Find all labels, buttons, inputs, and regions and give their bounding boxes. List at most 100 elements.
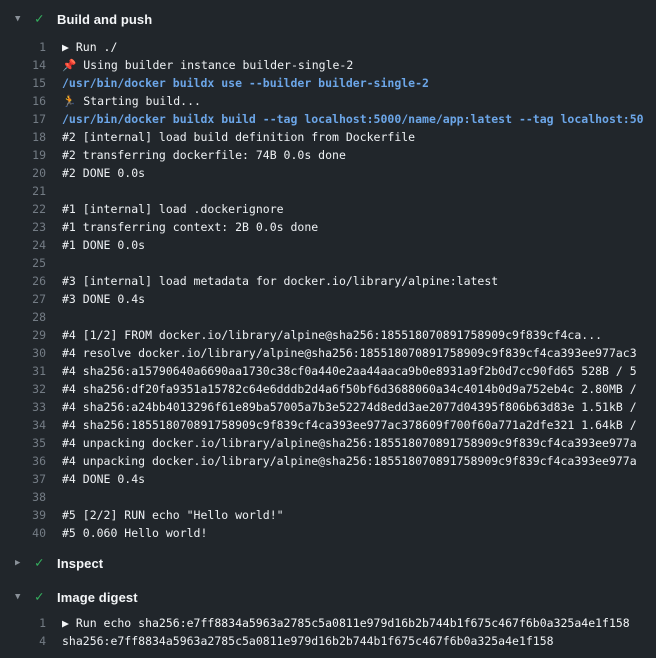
line-number[interactable]: 32	[0, 380, 46, 398]
success-check-icon: ✓	[35, 586, 57, 608]
line-number[interactable]: 22	[0, 200, 46, 218]
line-number[interactable]: 34	[0, 416, 46, 434]
log-line: 27#3 DONE 0.4s	[0, 290, 656, 308]
log-text: #4 sha256:df20fa9351a15782c64e6dddb2d4a6…	[46, 380, 656, 398]
expand-caret-icon[interactable]: ▶	[15, 552, 35, 574]
log-line[interactable]: 1▶ Run echo sha256:e7ff8834a5963a2785c5a…	[0, 614, 656, 632]
line-number[interactable]: 14	[0, 56, 46, 74]
line-number[interactable]: 35	[0, 434, 46, 452]
log-text: /usr/bin/docker buildx build --tag local…	[46, 110, 656, 128]
run-command-toggle[interactable]: ▶ Run ./	[46, 38, 656, 56]
log-text: #4 sha256:a15790640a6690aa1730c38cf0a440…	[46, 362, 656, 380]
log-text: #5 [2/2] RUN echo "Hello world!"	[46, 506, 656, 524]
line-number[interactable]: 29	[0, 326, 46, 344]
section-title: Inspect	[57, 556, 103, 571]
collapse-caret-icon[interactable]: ▼	[15, 586, 35, 608]
log-line: 21	[0, 182, 656, 200]
log-line: 17/usr/bin/docker buildx build --tag loc…	[0, 110, 656, 128]
line-number[interactable]: 36	[0, 452, 46, 470]
line-number[interactable]: 30	[0, 344, 46, 362]
line-number[interactable]: 28	[0, 308, 46, 326]
log-text: #4 sha256:a24bb4013296f61e89ba57005a7b3e…	[46, 398, 656, 416]
line-number[interactable]: 16	[0, 92, 46, 110]
log-line: 18#2 [internal] load build definition fr…	[0, 128, 656, 146]
log-text: #2 [internal] load build definition from…	[46, 128, 656, 146]
line-number[interactable]: 37	[0, 470, 46, 488]
log-text	[46, 308, 656, 326]
log-text: #4 sha256:185518070891758909c9f839cf4ca3…	[46, 416, 656, 434]
log-text: #4 DONE 0.4s	[46, 470, 656, 488]
log-text: #1 transferring context: 2B 0.0s done	[46, 218, 656, 236]
line-number[interactable]: 31	[0, 362, 46, 380]
section-header-inspect[interactable]: ▶ ✓ Inspect	[0, 552, 656, 574]
line-number[interactable]: 19	[0, 146, 46, 164]
log-line[interactable]: 1▶ Run ./	[0, 38, 656, 56]
log-line: 37#4 DONE 0.4s	[0, 470, 656, 488]
log-lines-build-and-push: 1▶ Run ./14📌 Using builder instance buil…	[0, 38, 656, 542]
log-line: 33#4 sha256:a24bb4013296f61e89ba57005a7b…	[0, 398, 656, 416]
line-number[interactable]: 40	[0, 524, 46, 542]
log-line: 29#4 [1/2] FROM docker.io/library/alpine…	[0, 326, 656, 344]
line-number[interactable]: 18	[0, 128, 46, 146]
log-line: 14📌 Using builder instance builder-singl…	[0, 56, 656, 74]
log-line: 25	[0, 254, 656, 272]
log-line: 34#4 sha256:185518070891758909c9f839cf4c…	[0, 416, 656, 434]
line-number[interactable]: 17	[0, 110, 46, 128]
section-title: Image digest	[57, 590, 138, 605]
log-line: 23#1 transferring context: 2B 0.0s done	[0, 218, 656, 236]
log-text: #3 [internal] load metadata for docker.i…	[46, 272, 656, 290]
section-title: Build and push	[57, 12, 152, 27]
line-number[interactable]: 26	[0, 272, 46, 290]
log-text: #4 resolve docker.io/library/alpine@sha2…	[46, 344, 656, 362]
log-line: 16🏃 Starting build...	[0, 92, 656, 110]
line-number[interactable]: 15	[0, 74, 46, 92]
section-header-build-and-push[interactable]: ▼ ✓ Build and push	[0, 8, 656, 30]
line-number[interactable]: 1	[0, 38, 46, 56]
line-number[interactable]: 27	[0, 290, 46, 308]
log-line: 22#1 [internal] load .dockerignore	[0, 200, 656, 218]
log-line: 40#5 0.060 Hello world!	[0, 524, 656, 542]
log-line: 38	[0, 488, 656, 506]
log-line: 30#4 resolve docker.io/library/alpine@sh…	[0, 344, 656, 362]
collapse-caret-icon[interactable]: ▼	[15, 8, 35, 30]
line-number[interactable]: 1	[0, 614, 46, 632]
line-number[interactable]: 23	[0, 218, 46, 236]
log-text: 📌 Using builder instance builder-single-…	[46, 56, 656, 74]
log-line: 19#2 transferring dockerfile: 74B 0.0s d…	[0, 146, 656, 164]
line-number[interactable]: 25	[0, 254, 46, 272]
line-number[interactable]: 24	[0, 236, 46, 254]
log-line: 32#4 sha256:df20fa9351a15782c64e6dddb2d4…	[0, 380, 656, 398]
run-command-toggle[interactable]: ▶ Run echo sha256:e7ff8834a5963a2785c5a0…	[46, 614, 656, 632]
log-text	[46, 488, 656, 506]
log-text: sha256:e7ff8834a5963a2785c5a0811e979d16b…	[46, 632, 656, 650]
log-text: #2 transferring dockerfile: 74B 0.0s don…	[46, 146, 656, 164]
log-text	[46, 182, 656, 200]
log-line: 15/usr/bin/docker buildx use --builder b…	[0, 74, 656, 92]
line-number[interactable]: 4	[0, 632, 46, 650]
log-text: /usr/bin/docker buildx use --builder bui…	[46, 74, 656, 92]
log-text: #2 DONE 0.0s	[46, 164, 656, 182]
log-text: #4 [1/2] FROM docker.io/library/alpine@s…	[46, 326, 656, 344]
section-header-image-digest[interactable]: ▼ ✓ Image digest	[0, 586, 656, 608]
log-line: 36#4 unpacking docker.io/library/alpine@…	[0, 452, 656, 470]
log-text: #4 unpacking docker.io/library/alpine@sh…	[46, 452, 656, 470]
log-lines-image-digest: 1▶ Run echo sha256:e7ff8834a5963a2785c5a…	[0, 614, 656, 650]
log-line: 35#4 unpacking docker.io/library/alpine@…	[0, 434, 656, 452]
log-line: 4sha256:e7ff8834a5963a2785c5a0811e979d16…	[0, 632, 656, 650]
line-number[interactable]: 38	[0, 488, 46, 506]
log-line: 28	[0, 308, 656, 326]
success-check-icon: ✓	[35, 8, 57, 30]
line-number[interactable]: 21	[0, 182, 46, 200]
log-text: #1 DONE 0.0s	[46, 236, 656, 254]
log-text: #3 DONE 0.4s	[46, 290, 656, 308]
log-text: #4 unpacking docker.io/library/alpine@sh…	[46, 434, 656, 452]
log-line: 39#5 [2/2] RUN echo "Hello world!"	[0, 506, 656, 524]
log-line: 31#4 sha256:a15790640a6690aa1730c38cf0a4…	[0, 362, 656, 380]
log-text: #5 0.060 Hello world!	[46, 524, 656, 542]
line-number[interactable]: 39	[0, 506, 46, 524]
line-number[interactable]: 20	[0, 164, 46, 182]
actions-log-viewer: ▼ ✓ Build and push 1▶ Run ./14📌 Using bu…	[0, 0, 656, 658]
log-text: 🏃 Starting build...	[46, 92, 656, 110]
log-text	[46, 254, 656, 272]
line-number[interactable]: 33	[0, 398, 46, 416]
